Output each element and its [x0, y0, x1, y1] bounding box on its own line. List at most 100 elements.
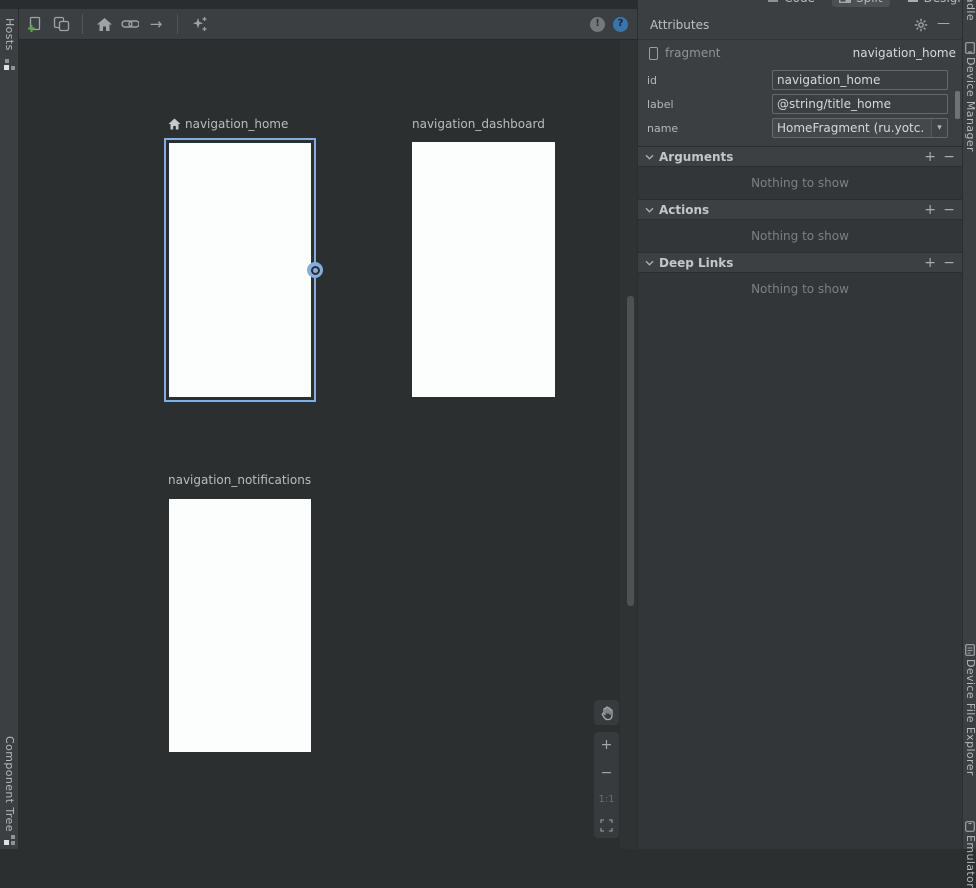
field-row-id: id: [638, 70, 962, 90]
nested-graph-icon: [52, 15, 70, 33]
id-field-label: id: [647, 74, 657, 87]
field-row-label: label: [638, 94, 962, 114]
issues-indicator-icon[interactable]: !: [590, 17, 605, 32]
destination-navigation-dashboard[interactable]: [412, 142, 555, 397]
start-destination-home-icon: [168, 118, 181, 130]
canvas-scrollbar-thumb[interactable]: [627, 296, 634, 606]
attributes-header: Attributes —: [638, 10, 962, 40]
new-destination-icon: [26, 15, 44, 33]
tab-code[interactable]: Code: [760, 0, 822, 7]
destination-label: navigation_notifications: [168, 473, 311, 487]
design-view-icon: [907, 0, 919, 4]
remove-argument-button[interactable]: −: [943, 149, 955, 165]
tool-window-button-gradle[interactable]: Gradle: [964, 0, 976, 21]
split-view-icon: [839, 0, 851, 4]
destination-header-navigation-dashboard: navigation_dashboard: [412, 117, 545, 131]
arguments-empty-text: Nothing to show: [638, 167, 962, 199]
zoom-out-button[interactable]: −: [594, 766, 619, 780]
label-input[interactable]: [772, 94, 948, 114]
nav-editor-toolbar: → ! ?: [19, 9, 637, 40]
toolbar-separator: [82, 14, 83, 34]
home-icon: [96, 17, 113, 32]
hosts-tool-icon[interactable]: [4, 59, 15, 70]
selected-component-row: fragment navigation_home: [638, 45, 962, 63]
device-file-explorer-icon[interactable]: [965, 644, 975, 656]
id-input[interactable]: [772, 70, 948, 90]
destination-header-navigation-notifications: navigation_notifications: [168, 473, 311, 487]
actions-empty-text: Nothing to show: [638, 220, 962, 252]
destination-navigation-notifications[interactable]: [169, 499, 311, 752]
chevron-down-icon: ▾: [931, 119, 947, 137]
nested-graph-button[interactable]: [52, 15, 70, 33]
pan-button[interactable]: [594, 700, 619, 725]
connection-handle-ring: [311, 266, 320, 275]
nav-graph-canvas[interactable]: navigation_home navigation_dashboard nav…: [19, 40, 637, 849]
left-tool-stripe: Hosts Component Tree: [0, 9, 19, 849]
section-header-deep-links[interactable]: Deep Links + −: [638, 252, 962, 273]
component-type: fragment: [665, 46, 721, 60]
section-title: Deep Links: [659, 256, 733, 270]
add-deep-link-button[interactable]: +: [924, 255, 936, 271]
field-row-name: name HomeFragment (ru.yotc. ▾: [638, 118, 962, 138]
zoom-controls: + − 1:1: [594, 732, 619, 838]
zoom-to-fit-button[interactable]: [594, 819, 619, 832]
section-header-actions[interactable]: Actions + −: [638, 199, 962, 220]
component-tree-tool-icon[interactable]: [4, 834, 15, 845]
toolbar-separator: [177, 14, 178, 34]
sparkles-icon: [190, 15, 208, 33]
editor-mode-tabs: Code Split Design: [638, 0, 976, 10]
zoom-to-fit-icon: [600, 819, 613, 832]
tab-split[interactable]: Split: [832, 0, 890, 7]
zoom-in-button[interactable]: +: [594, 738, 619, 752]
section-title: Arguments: [659, 150, 733, 164]
name-dropdown[interactable]: HomeFragment (ru.yotc. ▾: [772, 118, 948, 138]
fragment-icon: [649, 47, 658, 60]
destination-label: navigation_home: [185, 117, 288, 131]
emulator-icon[interactable]: [965, 820, 975, 832]
section-header-arguments[interactable]: Arguments + −: [638, 146, 962, 167]
add-action-button[interactable]: →: [147, 15, 165, 33]
deep-links-empty-text: Nothing to show: [638, 273, 962, 305]
hide-panel-button[interactable]: —: [937, 16, 950, 31]
section-title: Actions: [659, 203, 709, 217]
add-action-button[interactable]: +: [924, 202, 936, 218]
component-id: navigation_home: [853, 46, 956, 60]
window-top-strip: [0, 0, 637, 9]
chevron-down-icon: [645, 260, 654, 266]
device-manager-icon[interactable]: [965, 42, 975, 54]
code-view-icon: [767, 0, 779, 4]
tool-window-button-hosts[interactable]: Hosts: [3, 18, 16, 51]
attributes-panel: Code Split Design Attributes: [637, 0, 962, 849]
destination-navigation-home[interactable]: [164, 138, 316, 402]
new-destination-button[interactable]: [26, 15, 44, 33]
add-argument-button[interactable]: +: [924, 149, 936, 165]
assign-start-destination-button[interactable]: [95, 15, 113, 33]
panel-scrollbar-thumb[interactable]: [955, 91, 960, 119]
hand-pan-icon: [599, 705, 615, 721]
attributes-title: Attributes: [650, 18, 709, 32]
chevron-down-icon: [645, 207, 654, 213]
link-icon: [121, 17, 139, 31]
gear-icon[interactable]: [914, 18, 928, 32]
attribute-sections: Arguments + − Nothing to show Actions + …: [638, 146, 962, 849]
tool-window-button-emulator[interactable]: Emulator: [964, 835, 976, 888]
tool-window-button-component-tree[interactable]: Component Tree: [3, 736, 16, 832]
right-tool-stripe: Gradle Device Manager Device File Explor…: [962, 0, 976, 849]
destination-label: navigation_dashboard: [412, 117, 545, 131]
help-icon[interactable]: ?: [613, 17, 628, 32]
action-connection-handle[interactable]: [307, 262, 323, 278]
action-arrow-icon: →: [150, 17, 163, 32]
destination-header-navigation-home: navigation_home: [168, 117, 288, 131]
remove-deep-link-button[interactable]: −: [943, 255, 955, 271]
deep-link-button[interactable]: [121, 15, 139, 33]
name-field-label: name: [647, 122, 678, 135]
name-dropdown-value: HomeFragment (ru.yotc.: [777, 121, 931, 135]
chevron-down-icon: [645, 154, 654, 160]
remove-action-button[interactable]: −: [943, 202, 955, 218]
zoom-100-button[interactable]: 1:1: [594, 795, 619, 805]
label-field-label: label: [647, 98, 674, 111]
auto-arrange-button[interactable]: [190, 15, 208, 33]
tool-window-button-device-manager[interactable]: Device Manager: [964, 57, 976, 152]
destination-preview[interactable]: [169, 143, 311, 397]
tool-window-button-device-file-explorer[interactable]: Device File Explorer: [964, 659, 976, 776]
